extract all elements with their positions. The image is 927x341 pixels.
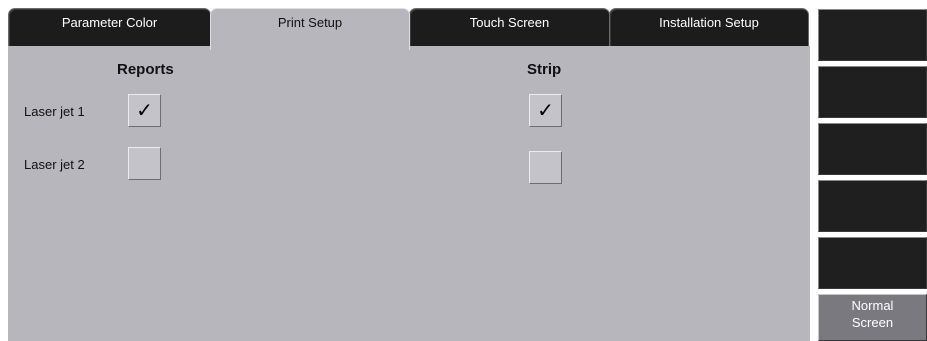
print-setup-screen: Parameter Color Print Setup Touch Screen… (0, 0, 927, 341)
reports-laser-jet-1-checkbox[interactable]: ✓ (128, 94, 161, 127)
checkmark-icon: ✓ (537, 98, 554, 122)
laser-jet-1-label: Laser jet 1 (24, 104, 85, 119)
tab-parameter-color[interactable]: Parameter Color (8, 8, 211, 46)
side-button-1[interactable] (818, 9, 927, 61)
strip-column-heading: Strip (527, 61, 562, 78)
normal-screen-button[interactable]: Normal Screen (818, 294, 927, 341)
tab-label: Installation Setup (659, 15, 759, 30)
tab-touch-screen[interactable]: Touch Screen (409, 8, 610, 46)
laser-jet-2-label: Laser jet 2 (24, 157, 85, 172)
side-button-3[interactable] (818, 123, 927, 175)
print-setup-panel: Reports Strip Laser jet 1 ✓ ✓ Laser jet … (8, 46, 810, 341)
checkmark-icon: ✓ (136, 98, 153, 122)
strip-laser-jet-2-checkbox[interactable] (529, 151, 562, 184)
checkmark-icon (129, 148, 160, 179)
side-button-column: Normal Screen (814, 0, 927, 341)
side-button-4[interactable] (818, 180, 927, 232)
reports-laser-jet-2-checkbox[interactable] (128, 147, 161, 180)
tab-bar: Parameter Color Print Setup Touch Screen… (8, 8, 810, 50)
strip-laser-jet-1-checkbox[interactable]: ✓ (529, 94, 562, 127)
tab-label: Touch Screen (469, 15, 550, 30)
tab-label: Print Setup (277, 15, 343, 30)
side-button-2[interactable] (818, 66, 927, 118)
checkmark-icon (530, 152, 561, 183)
normal-screen-label-line1: Normal (851, 298, 894, 313)
tab-installation-setup[interactable]: Installation Setup (609, 8, 809, 46)
tab-print-setup[interactable]: Print Setup (210, 8, 410, 50)
normal-screen-label-line2: Screen (851, 315, 894, 330)
side-button-5[interactable] (818, 237, 927, 289)
reports-column-heading: Reports (117, 61, 174, 78)
tab-label: Parameter Color (61, 15, 158, 30)
